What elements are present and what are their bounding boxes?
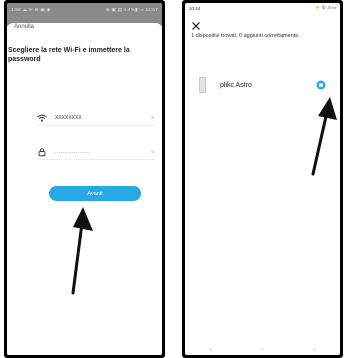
password-value: ................... [55,148,91,155]
wifi-icon [37,114,47,121]
device-found-screen: 10:44 ⚡ ✆ .ıl ▭ 1 dispositivi trovati. 0… [185,3,340,355]
ssid-value: XXXXXXXX [55,114,82,121]
status-right: ⚡ ✆ .ıl ▭ [315,5,336,10]
lock-icon [38,147,46,156]
arrow-up-icon [311,97,337,176]
status-right: ⊕ ▣ ▤ 4.4%▮ ▭ 11:57 [105,7,158,12]
wifi-setup-screen: 1:56 ☁ ✉ ⚙ ▣ ◉ ⊕ ▣ ▤ 4.4%▮ ▭ 11:57 Annul… [7,3,162,355]
device-list-item[interactable]: plikc Astro [185,73,340,97]
nav-recent-icon[interactable]: ≡ [209,347,212,353]
left-phone: 1:56 ☁ ✉ ⚙ ▣ ◉ ⊕ ▣ ▤ 4.4%▮ ▭ 11:57 Annul… [4,0,165,358]
cancel-link[interactable]: Annulla [14,24,34,30]
password-field[interactable]: ................... ◎ [37,144,155,160]
found-summary: 1 dispositivi trovati. 0 aggiunti corret… [191,33,300,39]
ssid-field[interactable]: XXXXXXXX ≋ [37,110,155,126]
next-button[interactable]: Avanti [49,186,141,201]
status-time: 10:44 [189,5,201,11]
status-left: 1:56 ☁ ✉ ⚙ ▣ ◉ [11,7,51,12]
system-nav-bar: ≡ □ ◁ [185,345,340,355]
status-bar: 1:56 ☁ ✉ ⚙ ▣ ◉ ⊕ ▣ ▤ 4.4%▮ ▭ 11:57 [7,3,162,17]
nav-back-icon[interactable]: ◁ [312,347,316,353]
nav-home-icon[interactable]: □ [261,347,264,353]
ssid-hint-icon[interactable]: ≋ [141,115,155,121]
close-icon[interactable] [192,22,200,30]
right-phone: 10:44 ⚡ ✆ .ıl ▭ 1 dispositivi trovati. 0… [182,0,343,358]
arrow-up-icon [71,207,93,295]
device-thumbnail [199,77,206,93]
page-title: Scegliere la rete Wi-Fi e immettere la p… [8,47,130,63]
check-icon[interactable] [316,80,326,90]
device-name: plikc Astro [220,81,252,89]
eye-icon[interactable]: ◎ [141,149,155,155]
status-bar: 10:44 ⚡ ✆ .ıl ▭ [185,3,340,13]
